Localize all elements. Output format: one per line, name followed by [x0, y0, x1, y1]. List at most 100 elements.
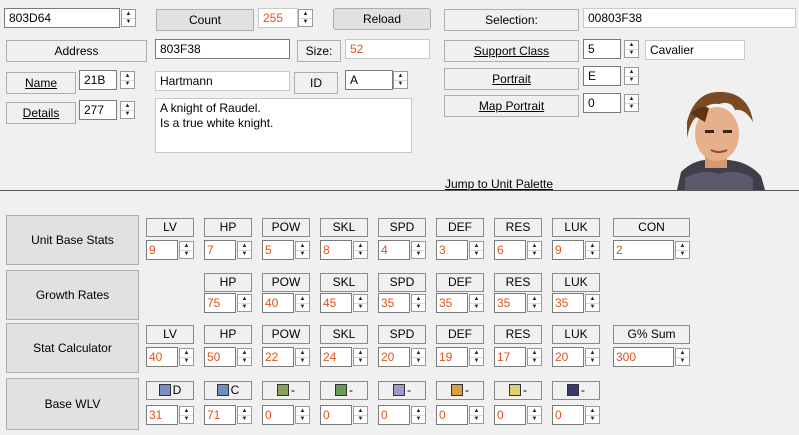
down-arrow-icon[interactable]: ▼ [470, 251, 483, 259]
down-arrow-icon[interactable]: ▼ [412, 358, 425, 366]
down-arrow-icon[interactable]: ▼ [238, 251, 251, 259]
up-arrow-icon[interactable]: ▲ [238, 242, 251, 251]
name-button[interactable]: Name [6, 72, 76, 94]
calc-spinner-6[interactable]: ▲ ▼ [527, 348, 542, 366]
down-arrow-icon[interactable]: ▼ [586, 416, 599, 424]
base_stats-spinner-0[interactable]: ▲ ▼ [179, 241, 194, 259]
base_stats-value-1[interactable]: 7 [204, 240, 236, 260]
up-arrow-icon[interactable]: ▲ [412, 349, 425, 358]
up-arrow-icon[interactable]: ▲ [470, 242, 483, 251]
down-arrow-icon[interactable]: ▼ [412, 251, 425, 259]
up-arrow-icon[interactable]: ▲ [412, 242, 425, 251]
count-field[interactable]: 255 [258, 8, 298, 28]
portrait-spinner[interactable]: ▲ ▼ [624, 67, 639, 85]
calc-spinner-2[interactable]: ▲ ▼ [295, 348, 310, 366]
up-arrow-icon[interactable]: ▲ [412, 295, 425, 304]
base_stats-spinner-5[interactable]: ▲ ▼ [469, 241, 484, 259]
wlv-value-6[interactable]: 0 [494, 405, 526, 425]
down-arrow-icon[interactable]: ▼ [238, 358, 251, 366]
growth-value-1[interactable]: 40 [262, 293, 294, 313]
down-arrow-icon[interactable]: ▼ [586, 358, 599, 366]
down-arrow-icon[interactable]: ▼ [470, 358, 483, 366]
base_stats-spinner-7[interactable]: ▲ ▼ [585, 241, 600, 259]
growth-spinner-0[interactable]: ▲ ▼ [237, 294, 252, 312]
up-arrow-icon[interactable]: ▲ [121, 72, 134, 81]
address-field[interactable]: 803F38 [155, 39, 290, 59]
down-arrow-icon[interactable]: ▼ [470, 304, 483, 312]
reload-button[interactable]: Reload [333, 8, 431, 30]
wlv-value-4[interactable]: 0 [378, 405, 410, 425]
up-arrow-icon[interactable]: ▲ [354, 295, 367, 304]
address-spinner[interactable]: ▲ ▼ [121, 9, 136, 27]
wlv-value-1[interactable]: 71 [204, 405, 236, 425]
wlv-spinner-4[interactable]: ▲ ▼ [411, 406, 426, 424]
down-arrow-icon[interactable]: ▼ [238, 416, 251, 424]
calc-spinner-4[interactable]: ▲ ▼ [411, 348, 426, 366]
calc-value-1[interactable]: 50 [204, 347, 236, 367]
growth-spinner-6[interactable]: ▲ ▼ [585, 294, 600, 312]
base_stats-value-6[interactable]: 6 [494, 240, 526, 260]
count-button[interactable]: Count [156, 9, 254, 31]
selection-field[interactable]: 00803F38 [583, 8, 796, 28]
up-arrow-icon[interactable]: ▲ [394, 72, 407, 81]
down-arrow-icon[interactable]: ▼ [586, 304, 599, 312]
up-arrow-icon[interactable]: ▲ [238, 349, 251, 358]
up-arrow-icon[interactable]: ▲ [122, 10, 135, 19]
base_stats-spinner-6[interactable]: ▲ ▼ [527, 241, 542, 259]
base_stats-value-4[interactable]: 4 [378, 240, 410, 260]
growth-spinner-2[interactable]: ▲ ▼ [353, 294, 368, 312]
down-arrow-icon[interactable]: ▼ [354, 251, 367, 259]
stat-calculator-button[interactable]: Stat Calculator [6, 323, 139, 373]
down-arrow-icon[interactable]: ▼ [296, 304, 309, 312]
calc-spinner-8[interactable]: ▲ ▼ [675, 348, 690, 366]
wlv-spinner-6[interactable]: ▲ ▼ [527, 406, 542, 424]
growth-value-5[interactable]: 35 [494, 293, 526, 313]
calc-value-8[interactable]: 300 [613, 347, 674, 367]
wlv-spinner-1[interactable]: ▲ ▼ [237, 406, 252, 424]
down-arrow-icon[interactable]: ▼ [412, 416, 425, 424]
up-arrow-icon[interactable]: ▲ [238, 407, 251, 416]
support-class-button[interactable]: Support Class [444, 40, 579, 62]
down-arrow-icon[interactable]: ▼ [121, 81, 134, 89]
jump-to-unit-palette-link[interactable]: Jump to Unit Palette [445, 177, 553, 191]
growth-value-4[interactable]: 35 [436, 293, 468, 313]
down-arrow-icon[interactable]: ▼ [676, 251, 689, 259]
base_stats-spinner-3[interactable]: ▲ ▼ [353, 241, 368, 259]
up-arrow-icon[interactable]: ▲ [676, 349, 689, 358]
portrait-button[interactable]: Portrait [444, 68, 579, 90]
up-arrow-icon[interactable]: ▲ [121, 102, 134, 111]
down-arrow-icon[interactable]: ▼ [528, 304, 541, 312]
up-arrow-icon[interactable]: ▲ [586, 242, 599, 251]
down-arrow-icon[interactable]: ▼ [296, 416, 309, 424]
up-arrow-icon[interactable]: ▲ [412, 407, 425, 416]
calc-spinner-7[interactable]: ▲ ▼ [585, 348, 600, 366]
name-text-field[interactable]: Hartmann [155, 71, 290, 91]
down-arrow-icon[interactable]: ▼ [299, 19, 312, 27]
wlv-value-3[interactable]: 0 [320, 405, 352, 425]
wlv-value-7[interactable]: 0 [552, 405, 584, 425]
down-arrow-icon[interactable]: ▼ [625, 50, 638, 58]
growth-value-3[interactable]: 35 [378, 293, 410, 313]
map-portrait-spinner[interactable]: ▲ ▼ [624, 94, 639, 112]
down-arrow-icon[interactable]: ▼ [528, 416, 541, 424]
down-arrow-icon[interactable]: ▼ [586, 251, 599, 259]
up-arrow-icon[interactable]: ▲ [470, 407, 483, 416]
base_stats-value-3[interactable]: 8 [320, 240, 352, 260]
map-portrait-button[interactable]: Map Portrait [444, 95, 579, 117]
down-arrow-icon[interactable]: ▼ [676, 358, 689, 366]
name-id-field[interactable]: 21B [79, 70, 117, 90]
base_stats-value-8[interactable]: 2 [613, 240, 674, 260]
down-arrow-icon[interactable]: ▼ [180, 251, 193, 259]
up-arrow-icon[interactable]: ▲ [528, 349, 541, 358]
down-arrow-icon[interactable]: ▼ [354, 358, 367, 366]
calc-value-6[interactable]: 17 [494, 347, 526, 367]
down-arrow-icon[interactable]: ▼ [121, 111, 134, 119]
wlv-spinner-0[interactable]: ▲ ▼ [179, 406, 194, 424]
calc-value-2[interactable]: 22 [262, 347, 294, 367]
up-arrow-icon[interactable]: ▲ [180, 349, 193, 358]
calc-spinner-0[interactable]: ▲ ▼ [179, 348, 194, 366]
down-arrow-icon[interactable]: ▼ [238, 304, 251, 312]
base_stats-value-2[interactable]: 5 [262, 240, 294, 260]
base-wlv-button[interactable]: Base WLV [6, 378, 139, 430]
base_stats-spinner-8[interactable]: ▲ ▼ [675, 241, 690, 259]
